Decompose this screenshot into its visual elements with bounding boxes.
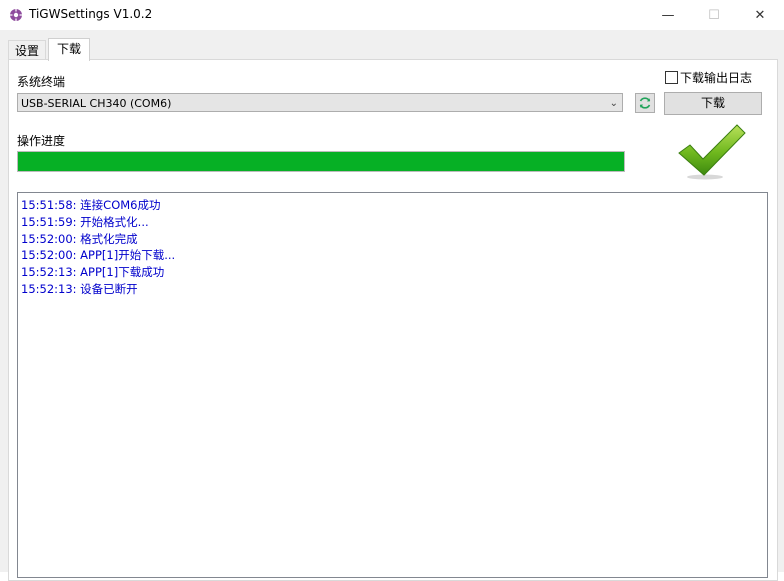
download-log-checkbox[interactable]: 下载输出日志 [665, 69, 752, 86]
app-icon [10, 9, 22, 21]
minimize-icon: — [661, 7, 675, 23]
close-button[interactable]: ✕ [737, 0, 783, 30]
progress-label: 操作进度 [17, 134, 66, 148]
log-lines: 15:51:58: 连接COM6成功 15:51:59: 开始格式化... 15:5… [21, 197, 764, 298]
tab-control: 设置 下载 系统终端 USB-SERIAL CH340 (COM6) ⌄ 下载输… [0, 30, 784, 581]
close-icon: ✕ [754, 7, 766, 23]
progress-bar-fill [18, 152, 624, 171]
port-select[interactable]: USB-SERIAL CH340 (COM6) ⌄ [17, 93, 623, 112]
success-checkmark-icon [678, 124, 746, 180]
download-button[interactable]: 下载 [664, 92, 762, 115]
terminal-label: 系统终端 [17, 75, 66, 89]
tab-download[interactable]: 下载 [48, 38, 91, 61]
log-output[interactable]: 15:51:58: 连接COM6成功 15:51:59: 开始格式化... 15:5… [17, 192, 768, 578]
maximize-icon: ☐ [708, 7, 720, 23]
log-line: 15:52:00: APP[1]开始下载... [21, 248, 176, 263]
download-log-label: 下载输出日志 [680, 71, 753, 85]
refresh-icon [639, 97, 651, 109]
chevron-down-icon: ⌄ [609, 98, 618, 109]
refresh-ports-button[interactable] [635, 93, 655, 113]
log-line: 15:52:00: 格式化完成 [21, 231, 138, 246]
progress-bar [17, 151, 625, 172]
window-title: TiGWSettings V1.0.2 [29, 7, 153, 21]
log-line: 15:52:13: APP[1]下载成功 [21, 265, 165, 280]
minimize-button[interactable]: — [645, 0, 691, 30]
tab-settings[interactable]: 设置 [8, 40, 47, 60]
maximize-button[interactable]: ☐ [691, 0, 737, 30]
title-bar[interactable]: TiGWSettings V1.0.2 — ☐ ✕ [0, 0, 784, 30]
checkbox-box[interactable] [665, 71, 678, 84]
log-line: 15:52:13: 设备已断开 [21, 281, 138, 296]
download-panel: 系统终端 USB-SERIAL CH340 (COM6) ⌄ 下载输出日志 下载… [8, 59, 778, 581]
log-line: 15:51:59: 开始格式化... [21, 214, 149, 229]
port-select-value: USB-SERIAL CH340 (COM6) [21, 97, 172, 110]
log-line: 15:51:58: 连接COM6成功 [21, 198, 161, 212]
